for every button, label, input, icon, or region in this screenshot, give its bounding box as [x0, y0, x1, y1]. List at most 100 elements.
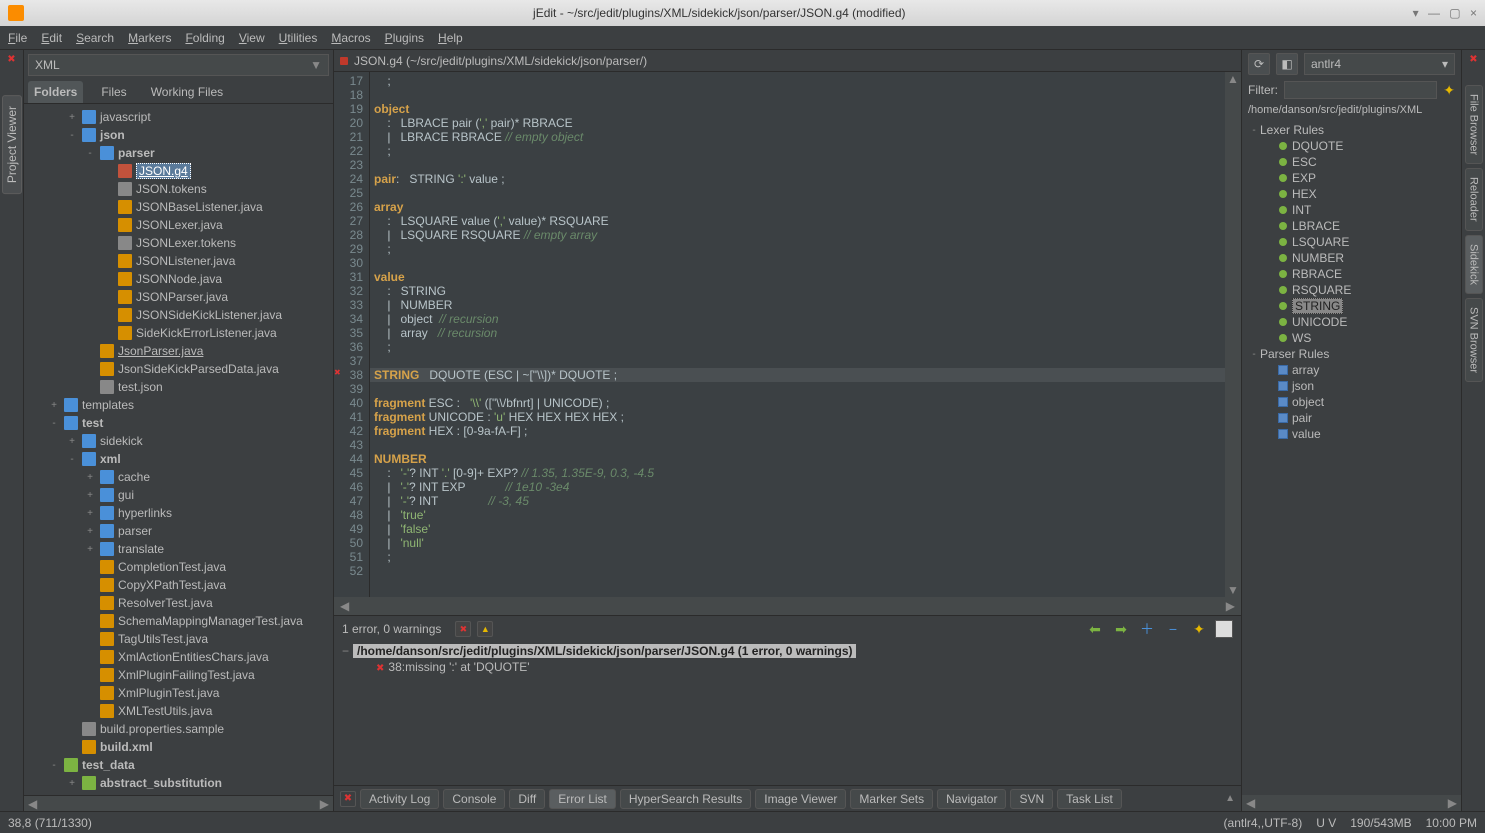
dock-tab-console[interactable]: Console [443, 789, 505, 809]
close-bottom-dock-icon[interactable]: ✖ [340, 791, 356, 807]
tree-item[interactable]: -json [24, 126, 333, 144]
menu-edit[interactable]: Edit [41, 31, 62, 45]
dock-tab-task-list[interactable]: Task List [1057, 789, 1122, 809]
sidekick-item[interactable]: INT [1242, 202, 1461, 218]
expand-icon[interactable]: ＋ [1137, 619, 1157, 639]
tree-item[interactable]: build.xml [24, 738, 333, 756]
tree-item[interactable]: JSONNode.java [24, 270, 333, 288]
toggle-warnings-button[interactable]: ▲ [477, 621, 493, 637]
menu-utilities[interactable]: Utilities [279, 31, 318, 45]
sidekick-scrollbar[interactable]: ◀▶ [1242, 795, 1461, 811]
error-list-body[interactable]: −/home/danson/src/jedit/plugins/XML/side… [334, 642, 1241, 785]
tree-item[interactable]: -parser [24, 144, 333, 162]
tree-item[interactable]: -xml [24, 450, 333, 468]
dock-tab-navigator[interactable]: Navigator [937, 789, 1006, 809]
dock-tab-svn[interactable]: SVN [1010, 789, 1053, 809]
dock-tab-diff[interactable]: Diff [509, 789, 545, 809]
tree-item[interactable]: JSON.tokens [24, 180, 333, 198]
tree-item[interactable]: XMLTestUtils.java [24, 702, 333, 720]
menu-view[interactable]: View [239, 31, 265, 45]
toggle-errors-button[interactable]: ✖ [455, 621, 471, 637]
tree-item[interactable]: ResolverTest.java [24, 594, 333, 612]
rail-tab-file-browser[interactable]: File Browser [1465, 85, 1483, 164]
project-tab-folders[interactable]: Folders [28, 81, 83, 103]
menu-folding[interactable]: Folding [185, 31, 224, 45]
dock-tab-activity-log[interactable]: Activity Log [360, 789, 439, 809]
rail-tab-sidekick[interactable]: Sidekick [1465, 235, 1483, 294]
menu-markers[interactable]: Markers [128, 31, 171, 45]
buffer-tab[interactable]: JSON.g4 (~/src/jedit/plugins/XML/sidekic… [334, 50, 1241, 72]
project-tab-working-files[interactable]: Working Files [145, 81, 229, 103]
tree-item[interactable]: JSONListener.java [24, 252, 333, 270]
sidekick-tree[interactable]: -Lexer RulesDQUOTEESCEXPHEXINTLBRACELSQU… [1242, 118, 1461, 795]
clear-filter-icon[interactable]: ✦ [1443, 82, 1455, 99]
project-tab-files[interactable]: Files [95, 81, 132, 103]
dock-tab-marker-sets[interactable]: Marker Sets [850, 789, 933, 809]
error-item[interactable]: ✖38:missing ':' at 'DQUOTE' [342, 660, 1233, 674]
tree-item[interactable]: SideKickErrorListener.java [24, 324, 333, 342]
project-tree[interactable]: +javascript-json-parserJSON.g4JSON.token… [24, 104, 333, 795]
clear-icon[interactable]: ✦ [1189, 619, 1209, 639]
parse-icon[interactable]: ⟳ [1248, 53, 1270, 75]
sidekick-item[interactable]: object [1242, 394, 1461, 410]
tree-scrollbar[interactable]: ◀▶ [24, 795, 333, 811]
tree-item[interactable]: JSONBaseListener.java [24, 198, 333, 216]
sidekick-item[interactable]: HEX [1242, 186, 1461, 202]
prev-error-icon[interactable]: ⬅ [1085, 619, 1105, 639]
tree-item[interactable]: +abstract_substitution [24, 774, 333, 792]
sidekick-item[interactable]: UNICODE [1242, 314, 1461, 330]
sidekick-item[interactable]: NUMBER [1242, 250, 1461, 266]
next-error-icon[interactable]: ➡ [1111, 619, 1131, 639]
sidekick-item[interactable]: EXP [1242, 170, 1461, 186]
sidekick-item[interactable]: array [1242, 362, 1461, 378]
sidekick-item[interactable]: RSQUARE [1242, 282, 1461, 298]
dock-menu-icon[interactable]: ▲ [1225, 793, 1235, 804]
tree-item[interactable]: -test_data [24, 756, 333, 774]
maximize-icon[interactable]: ▢ [1449, 6, 1460, 20]
vertical-scrollbar[interactable]: ▲▼ [1225, 72, 1241, 597]
code-content[interactable]: ; object : LBRACE pair (',' pair)* RBRAC… [370, 72, 1225, 597]
menu-file[interactable]: File [8, 31, 27, 45]
tree-item[interactable]: +hyperlinks [24, 504, 333, 522]
tree-item[interactable]: JSON.g4 [24, 162, 333, 180]
tree-item[interactable]: -test [24, 414, 333, 432]
tree-item[interactable]: JSONSideKickListener.java [24, 306, 333, 324]
tree-item[interactable]: +sidekick [24, 432, 333, 450]
dock-tab-error-list[interactable]: Error List [549, 789, 616, 809]
tree-item[interactable]: XmlPluginFailingTest.java [24, 666, 333, 684]
sidekick-item[interactable]: ESC [1242, 154, 1461, 170]
tree-item[interactable]: +templates [24, 396, 333, 414]
sidekick-item[interactable]: value [1242, 426, 1461, 442]
close-dock-icon[interactable]: ✖ [7, 54, 15, 65]
tree-item[interactable]: JSONLexer.tokens [24, 234, 333, 252]
tree-item[interactable]: TagUtilsTest.java [24, 630, 333, 648]
tree-item[interactable]: +javascript [24, 108, 333, 126]
tree-item[interactable]: +translate [24, 540, 333, 558]
menu-help[interactable]: Help [438, 31, 463, 45]
sidekick-item[interactable]: LBRACE [1242, 218, 1461, 234]
tree-item[interactable]: SchemaMappingManagerTest.java [24, 612, 333, 630]
parser-select[interactable]: antlr4 ▾ [1304, 53, 1455, 75]
sidekick-item[interactable]: -Lexer Rules [1242, 122, 1461, 138]
close-icon[interactable]: × [1470, 6, 1477, 20]
sidekick-item[interactable]: json [1242, 378, 1461, 394]
menu-macros[interactable]: Macros [331, 31, 370, 45]
tree-item[interactable]: +gui [24, 486, 333, 504]
sidekick-item[interactable]: RBRACE [1242, 266, 1461, 282]
tree-item[interactable]: JSONParser.java [24, 288, 333, 306]
tree-item[interactable]: JsonParser.java [24, 342, 333, 360]
sidekick-item[interactable]: pair [1242, 410, 1461, 426]
toggle-icon[interactable]: ◧ [1276, 53, 1298, 75]
tree-item[interactable]: +parser [24, 522, 333, 540]
collapse-icon[interactable]: − [1163, 619, 1183, 639]
error-file-header[interactable]: /home/danson/src/jedit/plugins/XML/sidek… [353, 644, 856, 658]
rail-tab-svn-browser[interactable]: SVN Browser [1465, 298, 1483, 382]
tree-item[interactable]: +cache [24, 468, 333, 486]
minimize2-icon[interactable]: — [1428, 6, 1440, 20]
sidekick-item[interactable]: -Parser Rules [1242, 346, 1461, 362]
options-icon[interactable] [1215, 620, 1233, 638]
horizontal-scrollbar[interactable]: ◀▶ [334, 597, 1241, 615]
project-viewer-tab[interactable]: Project Viewer [2, 95, 22, 194]
menu-search[interactable]: Search [76, 31, 114, 45]
sidekick-item[interactable]: DQUOTE [1242, 138, 1461, 154]
